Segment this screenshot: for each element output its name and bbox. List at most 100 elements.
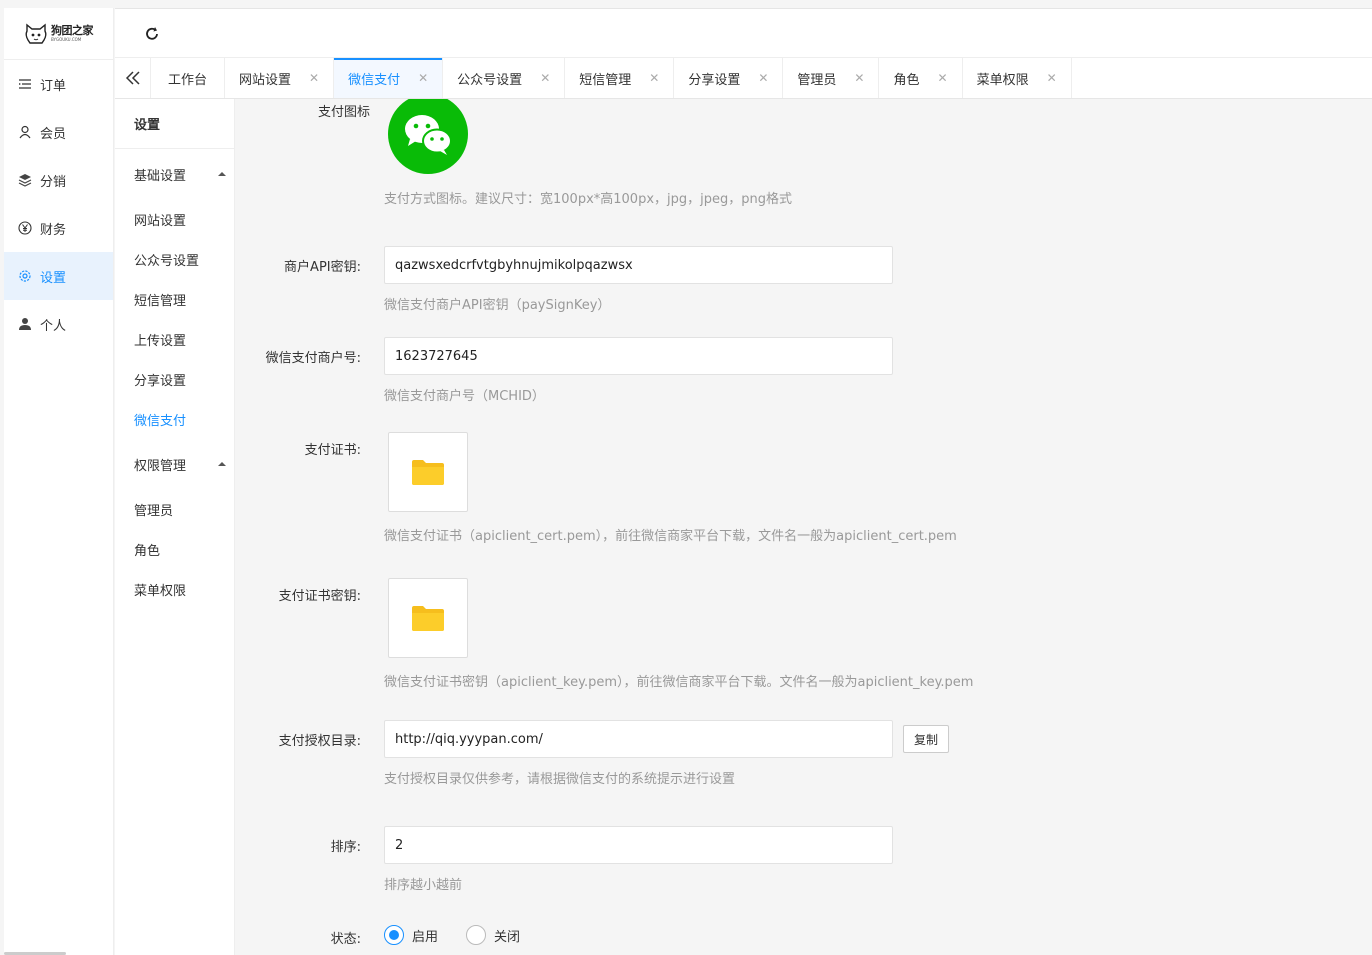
mchid-value: 1623727645 [395,348,478,364]
sidebar-item-label: 分销 [40,174,67,190]
close-icon[interactable]: ✕ [649,71,659,85]
close-icon[interactable]: ✕ [540,71,550,85]
double-chevron-left-icon [125,71,140,85]
status-label: 状态: [330,932,361,947]
radio-circle [466,925,486,945]
api-key-input[interactable]: qazwsxedcrfvtgbyhnujmikolpqazwsx [384,246,893,284]
sort-hint: 排序越小越前 [384,878,463,893]
gear-icon [19,270,31,282]
auth-dir-hint: 支付授权目录仅供参考，请根据微信支付的系统提示进行设置 [384,772,736,787]
cert-key-upload[interactable] [388,578,468,658]
person-icon [19,318,31,330]
tab-website-settings[interactable]: 网站设置 ✕ [225,58,335,98]
cert-label: 支付证书: [304,443,361,458]
cert-key-label: 支付证书密钥: [278,589,361,604]
sidebar-item-label: 订单 [40,78,67,94]
sort-value: 2 [395,837,404,853]
sidebar-item-label: 财务 [40,222,67,238]
mchid-label: 微信支付商户号: [265,351,361,366]
folder-icon [412,460,444,485]
tab-label: 公众号设置 [457,72,523,88]
collapse-tabs-button[interactable] [115,58,151,98]
logo-sub: BYGOUKU.COM [51,37,82,42]
caret-up-icon [218,462,226,466]
sort-input[interactable]: 2 [384,826,893,864]
subnav-title: 设置 [115,99,234,149]
auth-dir-input[interactable]: http://qiq.yyypan.com/ [384,720,893,758]
radio-label: 启用 [412,929,439,945]
settings-subnav: 设置 基础设置 网站设置 公众号设置 短信管理 上传设置 分享设置 微信支付 权… [115,99,235,955]
api-key-hint: 微信支付商户API密钥（paySignKey） [384,298,611,313]
cert-hint: 微信支付证书（apiclient_cert.pem），前往微信商家平台下载，文件… [384,529,957,544]
wechat-icon [405,115,452,155]
tab-label: 网站设置 [239,72,292,88]
sidebar-item-label: 会员 [40,126,67,142]
tab-share-settings[interactable]: 分享设置 ✕ [674,58,784,98]
tab-workbench[interactable]: 工作台 [151,58,226,98]
auth-dir-label: 支付授权目录: [278,734,361,749]
subnav-item-website[interactable]: 网站设置 [115,199,234,239]
tab-label: 管理员 [797,72,837,88]
sidebar-item-finance[interactable]: 财务 [4,204,113,252]
sidebar-item-personal[interactable]: 个人 [4,300,113,348]
close-icon[interactable]: ✕ [1047,71,1057,85]
radio-label: 关闭 [494,929,521,945]
pay-icon-hint: 支付方式图标。建议尺寸：宽100px*高100px，jpg，jpeg，png格式 [384,192,792,207]
close-icon[interactable]: ✕ [309,71,319,85]
close-icon[interactable]: ✕ [854,71,864,85]
caret-up-icon [218,172,226,176]
radio-circle [384,925,404,945]
close-icon[interactable]: ✕ [418,71,428,85]
auth-dir-value: http://qiq.yyypan.com/ [395,731,543,747]
cat-logo-icon [25,23,47,44]
copy-button[interactable]: 复制 [903,725,949,753]
subnav-item-share[interactable]: 分享设置 [115,359,234,399]
subnav-group-label: 权限管理 [134,458,187,474]
subnav-item-upload[interactable]: 上传设置 [115,319,234,359]
tab-label: 工作台 [168,72,208,88]
wechat-pay-icon[interactable] [388,99,468,174]
subnav-item-sms[interactable]: 短信管理 [115,279,234,319]
subnav-item-admins[interactable]: 管理员 [115,489,234,529]
list-icon [19,79,31,89]
mchid-input[interactable]: 1623727645 [384,337,893,375]
subnav-item-wechat-pay[interactable]: 微信支付 [115,399,234,439]
cert-upload[interactable] [388,432,468,512]
subnav-item-roles[interactable]: 角色 [115,529,234,569]
sidebar-item-orders[interactable]: 订单 [4,60,113,108]
user-icon [19,125,31,139]
tab-admins[interactable]: 管理员 ✕ [783,58,880,98]
sidebar-item-label: 设置 [40,270,67,286]
tab-official-account[interactable]: 公众号设置 ✕ [443,58,566,98]
sidebar-item-settings[interactable]: 设置 [4,252,113,300]
layers-icon [18,174,32,187]
wechat-pay-form: 支付图标 支付方式图标。建议尺寸：宽100px*高100px，jpg，jpeg，… [235,99,1372,955]
tab-label: 菜单权限 [976,72,1029,88]
subnav-item-menu-permissions[interactable]: 菜单权限 [115,569,234,609]
main-sidebar: 狗团之家 BYGOUKU.COM 订单 会员 分销 财务 设置 个人 [4,8,114,955]
top-bar [115,8,1372,58]
subnav-group-basic[interactable]: 基础设置 [115,154,234,194]
cert-key-hint: 微信支付证书密钥（apiclient_key.pem），前往微信商家平台下载。文… [384,675,974,690]
subnav-group-permissions[interactable]: 权限管理 [115,444,234,484]
tab-label: 短信管理 [579,72,632,88]
status-enabled-radio[interactable]: 启用 [384,925,438,945]
refresh-icon[interactable] [143,25,161,43]
api-key-value: qazwsxedcrfvtgbyhnujmikolpqazwsx [395,257,633,273]
tab-roles[interactable]: 角色 ✕ [879,58,963,98]
subnav-group-label: 基础设置 [134,168,187,184]
mchid-hint: 微信支付商户号（MCHID） [384,389,545,404]
tab-sms[interactable]: 短信管理 ✕ [565,58,675,98]
sidebar-item-label: 个人 [40,318,67,334]
sidebar-item-members[interactable]: 会员 [4,108,113,156]
tab-bar: 工作台 网站设置 ✕ 微信支付 ✕ 公众号设置 ✕ 短信管理 ✕ 分享设置 ✕ 管理员 ✕ … [115,58,1372,99]
logo[interactable]: 狗团之家 BYGOUKU.COM [4,8,113,60]
subnav-item-official-account[interactable]: 公众号设置 [115,239,234,279]
tab-menu-permissions[interactable]: 菜单权限 ✕ [963,58,1072,98]
api-key-label: 商户API密钥: [284,260,361,275]
tab-wechat-pay[interactable]: 微信支付 ✕ [334,58,444,98]
status-disabled-radio[interactable]: 关闭 [466,925,520,945]
sidebar-item-distribution[interactable]: 分销 [4,156,113,204]
close-icon[interactable]: ✕ [938,71,948,85]
close-icon[interactable]: ✕ [758,71,768,85]
